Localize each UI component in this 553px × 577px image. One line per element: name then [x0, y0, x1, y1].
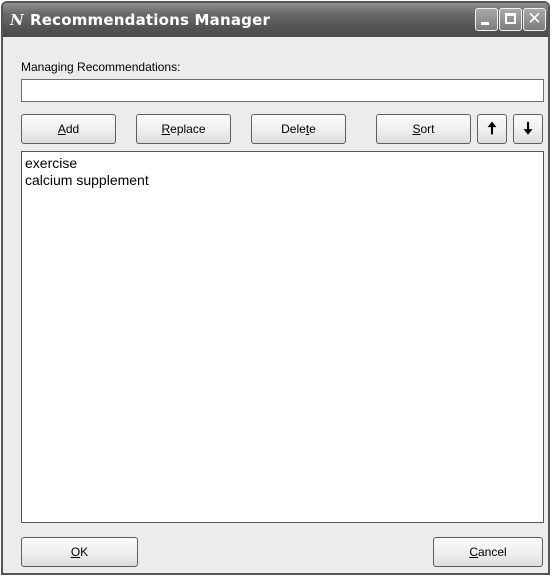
- move-down-button[interactable]: 🠇: [513, 114, 543, 144]
- sort-button[interactable]: Sort: [376, 114, 471, 144]
- add-mnemonic: A: [57, 122, 66, 136]
- arrow-up-icon: 🠅: [487, 119, 497, 139]
- delete-button[interactable]: Delete: [251, 114, 346, 144]
- delete-label-pre: Dele: [281, 122, 306, 136]
- close-icon: ✕: [527, 9, 542, 29]
- close-button[interactable]: ✕: [523, 8, 546, 31]
- list-item[interactable]: exercise: [25, 155, 540, 172]
- add-label-rest: dd: [65, 122, 80, 136]
- cancel-mnemonic: C: [469, 545, 478, 559]
- ok-mnemonic: O: [70, 545, 81, 559]
- title-bar[interactable]: N Recommendations Manager ✕: [3, 3, 548, 37]
- cancel-label-rest: ancel: [477, 545, 507, 559]
- replace-mnemonic: R: [161, 122, 171, 136]
- recommendations-manager-window: N Recommendations Manager ✕ Managing Rec…: [1, 1, 550, 575]
- window-title: Recommendations Manager: [30, 11, 271, 29]
- sort-label-rest: ort: [420, 122, 435, 136]
- replace-label-rest: eplace: [170, 122, 206, 136]
- arrow-down-icon: 🠇: [523, 119, 533, 139]
- recommendations-list[interactable]: exercise calcium supplement: [21, 151, 544, 523]
- managing-recommendations-label: Managing Recommendations:: [21, 60, 181, 74]
- replace-button[interactable]: Replace: [136, 114, 231, 144]
- ok-button[interactable]: OK: [21, 537, 138, 567]
- maximize-button[interactable]: [499, 8, 522, 31]
- sort-mnemonic: S: [412, 122, 421, 136]
- recommendation-input[interactable]: [21, 79, 544, 102]
- maximize-icon: [505, 13, 516, 24]
- minimize-icon: [481, 22, 489, 25]
- cancel-button[interactable]: Cancel: [433, 537, 543, 567]
- minimize-button[interactable]: [475, 8, 498, 31]
- app-logo-icon: N: [10, 11, 24, 29]
- move-up-button[interactable]: 🠅: [477, 114, 507, 144]
- delete-label-post: e: [309, 122, 316, 136]
- ok-label-rest: K: [80, 545, 89, 559]
- add-button[interactable]: Add: [21, 114, 116, 144]
- list-item[interactable]: calcium supplement: [25, 172, 540, 189]
